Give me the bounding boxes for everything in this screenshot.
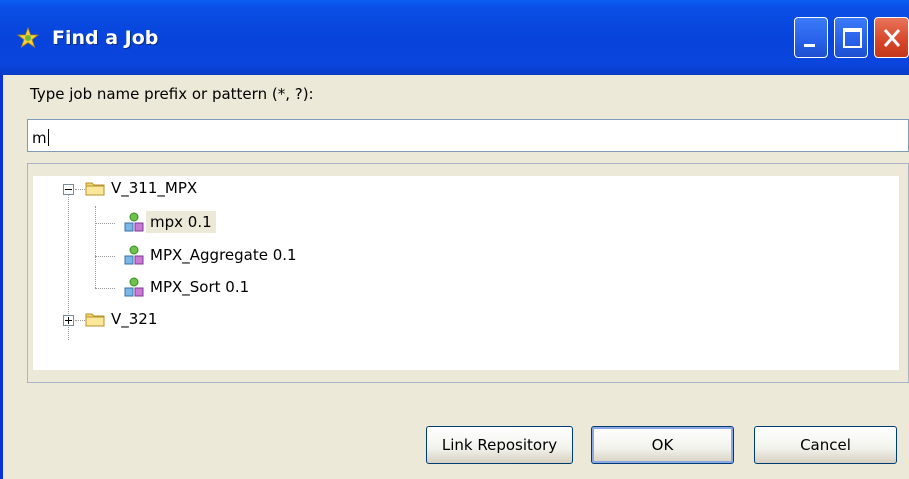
job-icon (124, 212, 144, 232)
ok-button[interactable]: OK (591, 426, 734, 464)
expand-toggle[interactable] (63, 315, 74, 326)
tree-connector (95, 206, 96, 288)
maximize-icon (843, 28, 862, 48)
job-tree[interactable]: V_311_MPX mpx 0.1 MPX_Aggregate 0.1 MPX_… (33, 176, 899, 370)
maximize-button[interactable] (834, 17, 868, 58)
folder-icon (85, 182, 105, 196)
tree-connector (95, 256, 115, 257)
job-tree-frame: V_311_MPX mpx 0.1 MPX_Aggregate 0.1 MPX_… (27, 163, 909, 383)
tree-connector (95, 288, 115, 289)
minimize-button[interactable] (794, 17, 828, 58)
tree-folder-label[interactable]: V_311_MPX (111, 179, 197, 197)
tree-folder-label[interactable]: V_321 (111, 310, 157, 328)
link-repository-button[interactable]: Link Repository (426, 426, 573, 464)
star-gear-icon (16, 26, 40, 49)
find-job-dialog: Find a Job Type job name prefix or patte… (0, 0, 909, 479)
dialog-body: Type job name prefix or pattern (*, ?): … (3, 75, 909, 479)
prompt-label: Type job name prefix or pattern (*, ?): (30, 85, 314, 103)
job-pattern-value: m (32, 129, 47, 147)
folder-icon (85, 313, 105, 327)
text-caret (47, 129, 49, 146)
tree-job-item-selected[interactable]: mpx 0.1 (146, 211, 216, 233)
tree-job-item[interactable]: MPX_Sort 0.1 (150, 278, 249, 296)
window-title: Find a Job (52, 27, 159, 49)
title-bar[interactable]: Find a Job (0, 0, 909, 75)
job-icon (124, 245, 144, 265)
close-button[interactable] (874, 17, 909, 58)
tree-connector (95, 223, 115, 224)
tree-job-item[interactable]: MPX_Aggregate 0.1 (150, 246, 297, 264)
collapse-toggle[interactable] (63, 184, 74, 195)
tree-connector (75, 189, 85, 190)
job-pattern-input[interactable]: m (27, 119, 909, 152)
cancel-button[interactable]: Cancel (754, 426, 897, 464)
job-icon (124, 277, 144, 297)
close-icon (883, 29, 901, 47)
minimize-icon (804, 44, 815, 47)
tree-connector (75, 320, 85, 321)
